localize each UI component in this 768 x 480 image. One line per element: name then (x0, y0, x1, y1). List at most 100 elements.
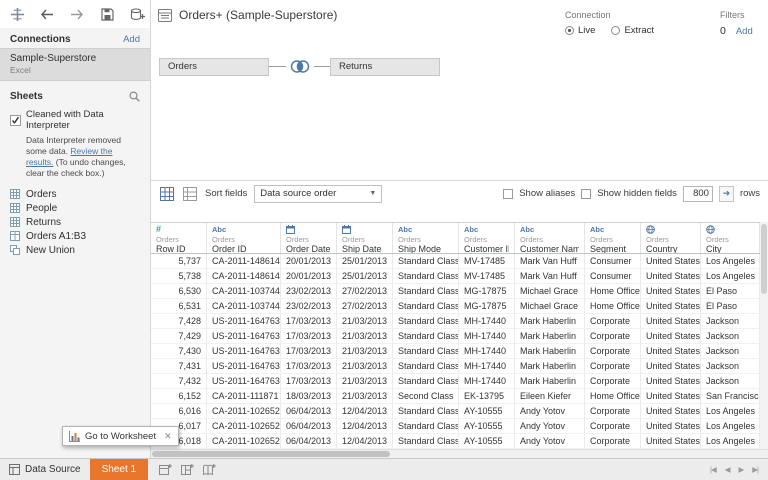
table-cell[interactable]: Standard Class (393, 344, 459, 359)
table-cell[interactable]: Consumer (585, 254, 641, 269)
table-cell[interactable]: 17/03/2013 (281, 359, 337, 374)
close-icon[interactable]: ✕ (164, 431, 172, 442)
first-record-icon[interactable]: |◀ (710, 465, 717, 474)
table-cell[interactable]: Standard Class (393, 254, 459, 269)
table-cell[interactable]: 18/03/2013 (281, 389, 337, 404)
table-cell[interactable]: MV-17485 (459, 269, 515, 284)
table-cell[interactable]: 21/03/2013 (337, 374, 393, 389)
table-cell[interactable]: Mark Haberlin (515, 344, 585, 359)
table-cell[interactable]: Los Angeles (701, 254, 760, 269)
table-cell[interactable]: Home Office (585, 389, 641, 404)
column-header-order-id[interactable]: Abc Orders Order ID (207, 223, 281, 253)
table-cell[interactable]: Home Office (585, 299, 641, 314)
table-cell[interactable]: CA-2011-111871 (207, 389, 281, 404)
table-cell[interactable]: CA-2011-148614 (207, 269, 281, 284)
table-cell[interactable]: Los Angeles (701, 269, 760, 284)
show-aliases-checkbox[interactable] (503, 188, 514, 199)
table-cell[interactable]: 5,737 (151, 254, 207, 269)
sort-order-dropdown[interactable]: Data source order ▼ (254, 184, 383, 203)
live-radio-dot[interactable] (565, 26, 574, 35)
table-cell[interactable]: United States (641, 314, 701, 329)
save-icon[interactable] (98, 6, 116, 22)
table-cell[interactable]: CA-2011-148614 (207, 254, 281, 269)
table-cell[interactable]: MH-17440 (459, 374, 515, 389)
table-cell[interactable]: Standard Class (393, 269, 459, 284)
grid-view-button[interactable] (159, 186, 175, 202)
horizontal-scrollbar[interactable] (151, 449, 768, 458)
table-cell[interactable]: Andy Yotov (515, 419, 585, 434)
table-cell[interactable]: Standard Class (393, 404, 459, 419)
vertical-scrollbar[interactable] (760, 222, 768, 449)
table-cell[interactable]: MV-17485 (459, 254, 515, 269)
canvas-table-returns[interactable]: Returns (330, 58, 440, 76)
table-cell[interactable]: United States (641, 269, 701, 284)
table-cell[interactable]: 12/04/2013 (337, 419, 393, 434)
table-cell[interactable]: 17/03/2013 (281, 314, 337, 329)
column-header-ship-mode[interactable]: Abc Orders Ship Mode (393, 223, 459, 253)
forward-icon[interactable] (68, 6, 86, 22)
table-cell[interactable]: US-2011-164763 (207, 314, 281, 329)
table-cell[interactable]: AY-10555 (459, 404, 515, 419)
table-cell[interactable]: 23/02/2013 (281, 284, 337, 299)
table-cell[interactable]: 25/01/2013 (337, 254, 393, 269)
table-cell[interactable]: Corporate (585, 374, 641, 389)
column-header-country[interactable]: Orders Country (641, 223, 701, 253)
table-cell[interactable]: AY-10555 (459, 419, 515, 434)
column-header-row-id[interactable]: # Orders Row ID (151, 223, 207, 253)
table-cell[interactable]: 06/04/2013 (281, 404, 337, 419)
table-cell[interactable]: United States (641, 254, 701, 269)
last-record-icon[interactable]: ▶| (752, 465, 759, 474)
table-cell[interactable]: Andy Yotov (515, 434, 585, 449)
table-cell[interactable]: 17/03/2013 (281, 374, 337, 389)
join-venn-icon[interactable] (286, 56, 314, 77)
table-cell[interactable]: United States (641, 329, 701, 344)
table-cell[interactable]: MG-17875 (459, 299, 515, 314)
table-cell[interactable]: Standard Class (393, 329, 459, 344)
table-cell[interactable]: 27/02/2013 (337, 299, 393, 314)
table-cell[interactable]: 06/04/2013 (281, 419, 337, 434)
table-cell[interactable]: Mark Haberlin (515, 359, 585, 374)
table-cell[interactable]: 27/02/2013 (337, 284, 393, 299)
table-cell[interactable]: Jackson (701, 329, 760, 344)
table-cell[interactable]: 17/03/2013 (281, 329, 337, 344)
table-cell[interactable]: 06/04/2013 (281, 434, 337, 449)
table-cell[interactable]: 21/03/2013 (337, 359, 393, 374)
rows-count-input[interactable] (682, 185, 713, 202)
table-cell[interactable]: 21/03/2013 (337, 329, 393, 344)
table-cell[interactable]: Mark Van Huff (515, 269, 585, 284)
add-datasource-icon[interactable] (128, 6, 146, 22)
table-cell[interactable]: Mark Haberlin (515, 329, 585, 344)
table-cell[interactable]: CA-2011-102652 (207, 404, 281, 419)
table-cell[interactable]: Standard Class (393, 299, 459, 314)
table-cell[interactable]: CA-2011-103744 (207, 299, 281, 314)
table-cell[interactable]: 23/02/2013 (281, 299, 337, 314)
table-cell[interactable]: Home Office (585, 284, 641, 299)
extract-radio-dot[interactable] (611, 26, 621, 35)
table-cell[interactable]: 20/01/2013 (281, 269, 337, 284)
column-header-city[interactable]: Orders City (701, 223, 760, 253)
table-cell[interactable]: Standard Class (393, 314, 459, 329)
table-cell[interactable]: United States (641, 359, 701, 374)
table-cell[interactable]: Michael Grace (515, 299, 585, 314)
data-interpreter-checkbox[interactable] (10, 114, 21, 126)
next-record-icon[interactable]: ▶ (739, 465, 745, 474)
table-cell[interactable]: Jackson (701, 359, 760, 374)
connection-item[interactable]: Sample-Superstore Excel (0, 48, 150, 81)
table-cell[interactable]: Los Angeles (701, 434, 760, 449)
column-header-order-date[interactable]: Orders Order Date (281, 223, 337, 253)
table-cell[interactable]: United States (641, 374, 701, 389)
table-cell[interactable]: Corporate (585, 434, 641, 449)
table-cell[interactable]: Corporate (585, 359, 641, 374)
table-cell[interactable]: United States (641, 434, 701, 449)
tab-sheet-1[interactable]: Sheet 1 (89, 459, 149, 480)
table-cell[interactable]: Second Class (393, 389, 459, 404)
table-cell[interactable]: El Paso (701, 284, 760, 299)
table-cell[interactable]: 7,428 (151, 314, 207, 329)
table-cell[interactable]: Corporate (585, 344, 641, 359)
load-rows-button[interactable]: ➜ (718, 185, 734, 202)
table-cell[interactable]: CA-2011-103744 (207, 284, 281, 299)
new-worksheet-icon[interactable] (158, 463, 173, 477)
table-cell[interactable]: Standard Class (393, 359, 459, 374)
table-cell[interactable]: Jackson (701, 314, 760, 329)
live-radio[interactable]: Live (565, 25, 595, 36)
